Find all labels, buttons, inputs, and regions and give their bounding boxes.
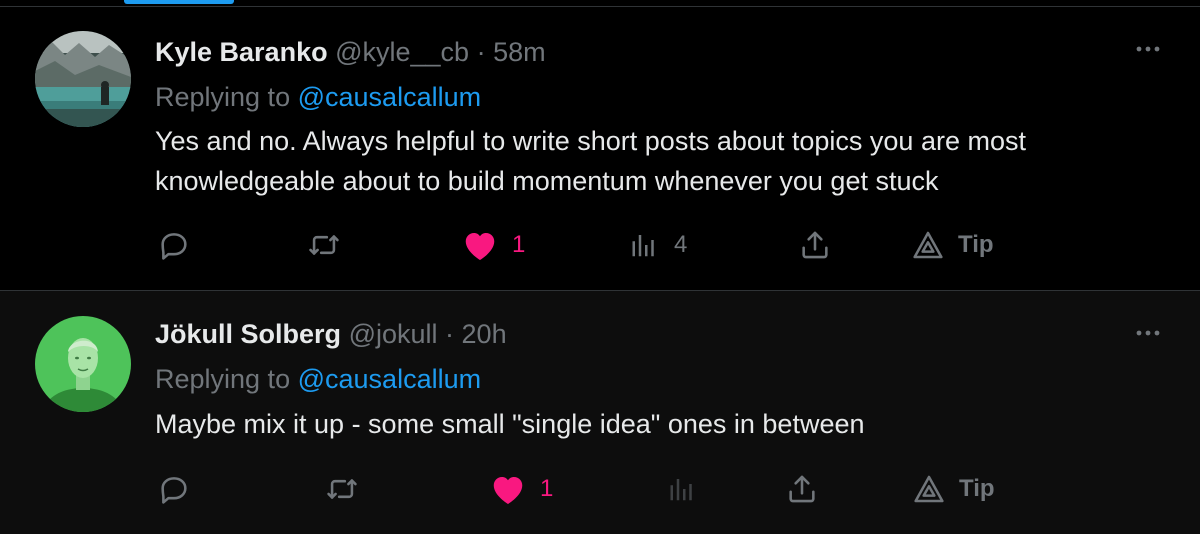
tweet-text: Yes and no. Always helpful to write shor…: [155, 126, 1026, 196]
tip-icon: [913, 231, 943, 259]
action-bar: 1 Tip: [0, 469, 1200, 509]
timestamp[interactable]: 58m: [493, 37, 546, 67]
tip-label: Tip: [959, 475, 995, 502]
retweet-icon: [309, 235, 339, 255]
display-name[interactable]: Jökull Solberg: [155, 319, 341, 349]
separator-dot: ·: [445, 319, 455, 349]
like-count: 1: [512, 231, 526, 258]
action-bar: 1 4 Tip: [0, 225, 1200, 265]
tweet-header: Jökull Solberg @jokull · 20h: [155, 317, 507, 351]
like-button[interactable]: 1: [462, 225, 525, 265]
tip-label: Tip: [958, 231, 994, 258]
tweet-header: Kyle Baranko @kyle__cb · 58m: [155, 35, 546, 69]
share-icon: [789, 475, 815, 503]
mention-link[interactable]: @causalcallum: [298, 364, 481, 394]
display-name[interactable]: Kyle Baranko: [155, 37, 328, 67]
active-tab-indicator: [124, 0, 234, 4]
avatar[interactable]: [35, 31, 131, 127]
replying-to-label: Replying to: [155, 364, 291, 394]
replying-to-line: Replying to @causalcallum: [155, 362, 481, 396]
reply-icon: [161, 233, 187, 260]
views-button[interactable]: 4: [630, 225, 687, 265]
mention-link[interactable]: @causalcallum: [298, 82, 481, 112]
share-icon: [802, 231, 828, 259]
reply-icon: [161, 477, 187, 504]
tip-button[interactable]: Tip: [912, 225, 994, 265]
reply-button[interactable]: [157, 225, 191, 265]
more-icon: [1136, 330, 1160, 336]
avatar[interactable]: [35, 316, 131, 412]
user-handle[interactable]: @jokull: [349, 319, 438, 349]
more-icon: [1136, 46, 1160, 52]
replying-to-label: Replying to: [155, 82, 291, 112]
reply-tweet[interactable]: Kyle Baranko @kyle__cb · 58m Replying to…: [0, 6, 1200, 291]
more-options-button[interactable]: [1128, 313, 1168, 353]
replying-to-line: Replying to @causalcallum: [155, 80, 481, 114]
user-handle[interactable]: @kyle__cb: [335, 37, 469, 67]
separator-dot: ·: [476, 37, 486, 67]
analytics-icon: [670, 479, 692, 501]
timestamp[interactable]: 20h: [462, 319, 507, 349]
reply-tweet[interactable]: Jökull Solberg @jokull · 20h Replying to…: [0, 291, 1200, 534]
heart-filled-icon: [465, 233, 495, 260]
share-button[interactable]: [785, 469, 819, 509]
analytics-icon: [632, 235, 654, 257]
like-count: 1: [540, 475, 554, 502]
retweet-button[interactable]: [325, 469, 359, 509]
retweet-icon: [327, 479, 357, 499]
tweet-text: Maybe mix it up - some small "single ide…: [155, 409, 865, 439]
heart-filled-icon: [493, 477, 523, 504]
tip-icon: [914, 475, 944, 503]
tip-button[interactable]: Tip: [913, 469, 995, 509]
reply-button[interactable]: [157, 469, 191, 509]
views-button[interactable]: [668, 469, 698, 509]
retweet-button[interactable]: [307, 225, 341, 265]
share-button[interactable]: [798, 225, 832, 265]
like-button[interactable]: 1: [490, 469, 553, 509]
more-options-button[interactable]: [1128, 29, 1168, 69]
view-count: 4: [674, 231, 688, 258]
